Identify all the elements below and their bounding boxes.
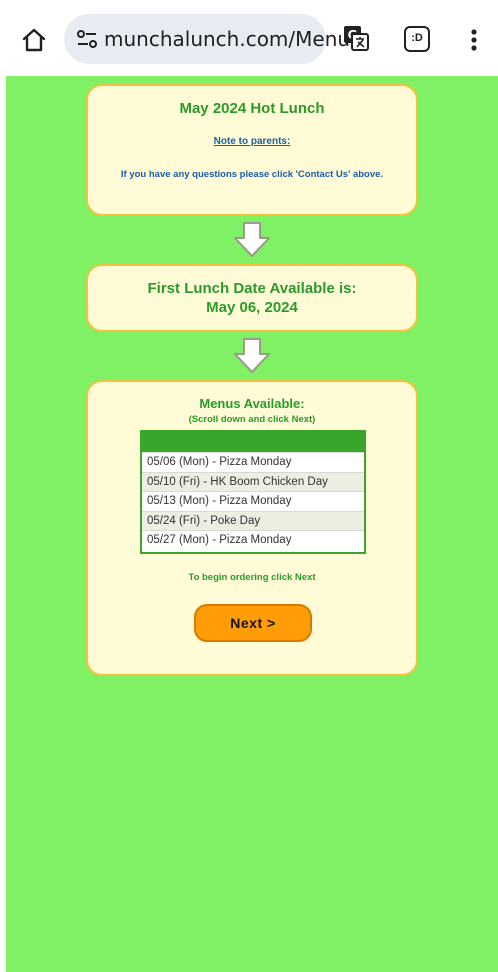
menus-card: Menus Available: (Scroll down and click …	[86, 380, 418, 676]
more-vert-icon[interactable]	[462, 26, 486, 54]
intro-card: May 2024 Hot Lunch Note to parents: If y…	[86, 84, 418, 216]
menu-list[interactable]: 05/06 (Mon) - Pizza Monday 05/10 (Fri) -…	[140, 430, 366, 554]
menu-item[interactable]: 05/24 (Fri) - Poke Day	[142, 510, 364, 531]
tabs-label: :D	[411, 32, 423, 44]
note-to-parents-link[interactable]: Note to parents:	[88, 136, 416, 147]
tabs-icon[interactable]: :D	[404, 26, 430, 52]
tune-icon[interactable]	[76, 28, 98, 50]
page-title: May 2024 Hot Lunch	[179, 100, 325, 117]
next-button[interactable]: Next >	[194, 604, 312, 642]
home-icon[interactable]	[20, 26, 48, 54]
contact-info-text: If you have any questions please click '…	[120, 169, 384, 180]
first-lunch-date-value: May 06, 2024	[206, 299, 298, 316]
begin-ordering-text: To begin ordering click Next	[188, 572, 316, 583]
menu-item[interactable]: 05/10 (Fri) - HK Boom Chicken Day	[142, 471, 364, 492]
page-content: May 2024 Hot Lunch Note to parents: If y…	[6, 76, 498, 972]
first-lunch-date-card: First Lunch Date Available is: May 06, 2…	[86, 264, 418, 332]
menu-item[interactable]: 05/06 (Mon) - Pizza Monday	[142, 452, 364, 472]
menu-item[interactable]: 05/27 (Mon) - Pizza Monday	[142, 530, 364, 550]
menu-list-header	[142, 432, 364, 452]
menus-subtitle: (Scroll down and click Next)	[188, 414, 316, 425]
down-arrow-icon	[234, 222, 270, 257]
menus-title: Menus Available:	[199, 396, 305, 411]
url-text[interactable]: munchalunch.com/Menu	[104, 27, 350, 51]
down-arrow-icon	[234, 338, 270, 373]
address-bar[interactable]: munchalunch.com/Menu	[64, 14, 350, 64]
menu-item[interactable]: 05/13 (Mon) - Pizza Monday	[142, 491, 364, 511]
browser-toolbar: munchalunch.com/Menu G :D	[0, 0, 498, 76]
first-lunch-date-label: First Lunch Date Available is:	[147, 280, 357, 297]
translate-icon[interactable]: G	[342, 24, 370, 52]
